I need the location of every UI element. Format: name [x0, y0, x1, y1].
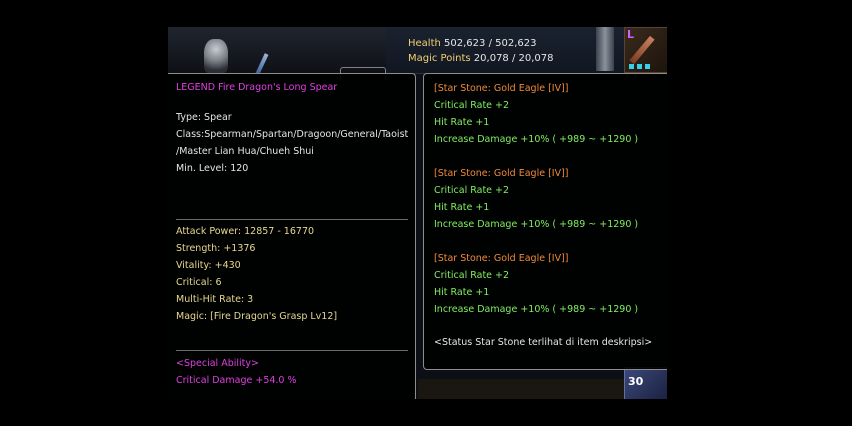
- item-type: Type: Spear: [176, 112, 232, 123]
- stat-multi-hit: Multi-Hit Rate: 3: [176, 294, 254, 305]
- tooltip-divider: [176, 350, 408, 351]
- item-class-line1: Class:Spearman/Spartan/Dragoon/General/T…: [176, 129, 409, 140]
- item-tooltip: LEGEND Fire Dragon's Long Spear Type: Sp…: [168, 73, 416, 399]
- item-count: 30: [628, 375, 644, 388]
- character-sprite: [204, 39, 228, 73]
- tooltip-divider: [176, 219, 408, 220]
- status-note: <Status Star Stone terlihat di item desk…: [434, 337, 653, 348]
- health-readout: Health 502,623 / 502,623: [408, 38, 536, 49]
- star-stone-hit: Hit Rate +1: [434, 117, 490, 128]
- background-scene: [168, 27, 388, 80]
- stat-critical: Critical: 6: [176, 277, 222, 288]
- stat-vitality: Vitality: +430: [176, 260, 241, 271]
- star-stone-hit: Hit Rate +1: [434, 202, 490, 213]
- game-window: Health 502,623 / 502,623 Magic Points 20…: [168, 27, 667, 399]
- star-stone-tooltip: [Star Stone: Gold Eagle [IV]] Critical R…: [423, 73, 667, 370]
- special-ability-header: <Special Ability>: [176, 358, 259, 369]
- stat-strength: Strength: +1376: [176, 243, 256, 254]
- mp-readout: Magic Points 20,078 / 20,078: [408, 53, 554, 64]
- star-stone-crit: Critical Rate +2: [434, 185, 510, 196]
- weapon-sprite: [255, 53, 269, 75]
- stat-attack-power: Attack Power: 12857 - 16770: [176, 226, 315, 237]
- item-min-level: Min. Level: 120: [176, 163, 249, 174]
- star-stone-crit: Critical Rate +2: [434, 100, 510, 111]
- quick-slot-item[interactable]: 30: [624, 367, 667, 399]
- star-stone-name: [Star Stone: Gold Eagle [IV]]: [434, 253, 569, 264]
- star-stone-name: [Star Stone: Gold Eagle [IV]]: [434, 83, 569, 94]
- item-name: LEGEND Fire Dragon's Long Spear: [176, 82, 338, 93]
- quick-slot-weapon[interactable]: L: [624, 27, 667, 73]
- health-label: Health: [408, 38, 441, 49]
- legend-tag: L: [627, 28, 635, 41]
- stat-magic: Magic: [Fire Dragon's Grasp Lv12]: [176, 311, 338, 322]
- item-class-line2: /Master Lian Hua/Chueh Shui: [176, 146, 314, 157]
- mp-label: Magic Points: [408, 53, 471, 64]
- star-stone-crit: Critical Rate +2: [434, 270, 510, 281]
- health-value: 502,623 / 502,623: [444, 38, 537, 49]
- star-stone-hit: Hit Rate +1: [434, 287, 490, 298]
- hud-scroll-handle[interactable]: [596, 27, 614, 71]
- star-stone-damage: Increase Damage +10% ( +989 ~ +1290 ): [434, 219, 639, 230]
- star-stone-damage: Increase Damage +10% ( +989 ~ +1290 ): [434, 304, 639, 315]
- star-stone-damage: Increase Damage +10% ( +989 ~ +1290 ): [434, 134, 639, 145]
- special-ability-value: Critical Damage +54.0 %: [176, 375, 297, 386]
- mp-value: 20,078 / 20,078: [473, 53, 554, 64]
- star-stone-name: [Star Stone: Gold Eagle [IV]]: [434, 168, 569, 179]
- socket-indicators: [629, 64, 650, 69]
